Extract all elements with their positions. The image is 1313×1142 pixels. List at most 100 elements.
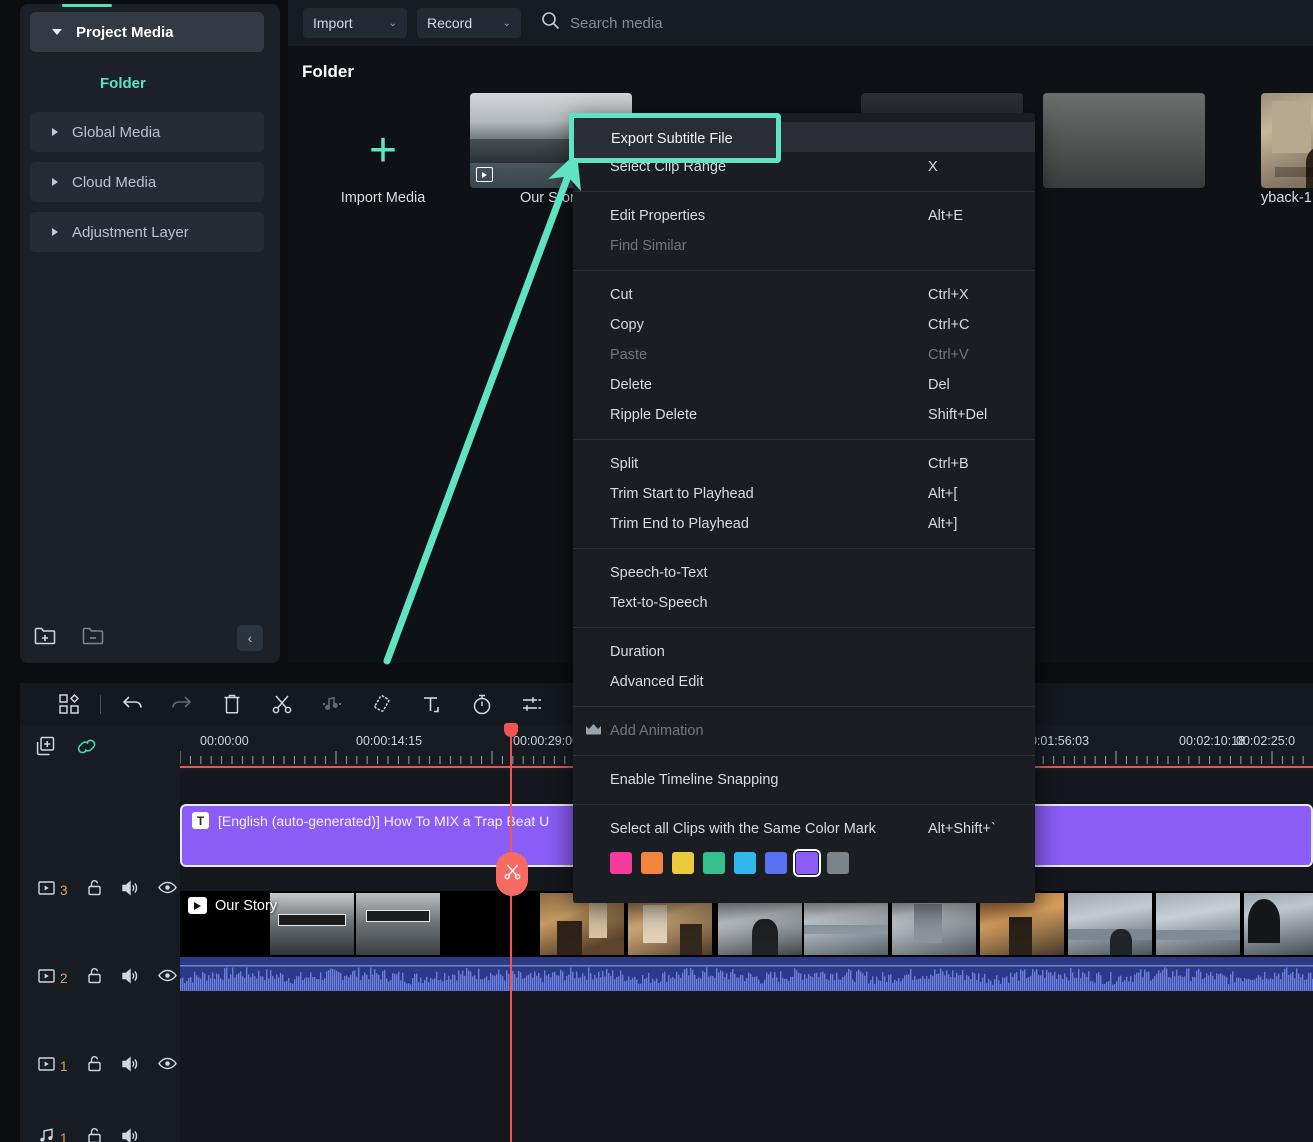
sidebar-item-global-media[interactable]: Global Media (30, 112, 264, 152)
text-badge-icon: T (192, 812, 209, 829)
add-track-icon[interactable] (36, 736, 56, 761)
video-track-icon (38, 1056, 55, 1076)
import-label: Import (313, 15, 353, 31)
record-dropdown[interactable]: Record ⌄ (417, 8, 521, 38)
color-swatch-purple[interactable] (793, 849, 821, 877)
menu-item-enable-timeline-snapping[interactable]: Enable Timeline Snapping (573, 765, 1035, 795)
undo-icon[interactable] (107, 683, 157, 725)
menu-item-duration[interactable]: Duration (573, 637, 1035, 667)
video-track-icon (38, 880, 55, 900)
search-area (541, 11, 870, 35)
menu-item-select-clip-range[interactable]: Select Clip Range X (573, 152, 1035, 182)
link-icon[interactable] (76, 736, 98, 761)
menu-item-shortcut: Alt+[ (928, 486, 958, 502)
split-scissors-icon[interactable] (257, 683, 307, 725)
eye-icon[interactable] (157, 1057, 177, 1075)
redo-icon (157, 683, 207, 725)
import-dropdown[interactable]: Import ⌄ (303, 8, 407, 38)
unlock-icon[interactable] (87, 967, 102, 989)
speed-icon[interactable] (457, 683, 507, 725)
sidebar-item-adjustment-layer[interactable]: Adjustment Layer (30, 212, 264, 252)
chevron-right-icon (52, 128, 58, 136)
color-swatch-orange[interactable] (641, 852, 663, 874)
unlock-icon[interactable] (87, 879, 102, 901)
menu-item-copy[interactable]: Copy Ctrl+C (573, 310, 1035, 340)
menu-separator (573, 755, 1035, 756)
page-title: Folder (302, 62, 354, 81)
menu-item-label: Trim Start to Playhead (610, 486, 754, 502)
menu-item-trim-start-to-playhead[interactable]: Trim Start to Playhead Alt+[ (573, 479, 1035, 509)
grid-icon[interactable] (44, 683, 94, 725)
menu-item-shortcut: Ctrl+X (928, 287, 969, 303)
speaker-icon[interactable] (121, 879, 139, 901)
menu-item-speech-to-text[interactable]: Speech-to-Text (573, 558, 1035, 588)
menu-item-select-all-same-color-mark[interactable]: Select all Clips with the Same Color Mar… (573, 814, 1035, 844)
menu-item-shortcut: X (928, 159, 938, 175)
menu-item-advanced-edit[interactable]: Advanced Edit (573, 667, 1035, 697)
speaker-icon[interactable] (121, 1127, 139, 1142)
menu-item-ripple-delete[interactable]: Ripple Delete Shift+Del (573, 400, 1035, 430)
unlock-icon[interactable] (87, 1055, 102, 1077)
adjust-icon[interactable] (507, 683, 557, 725)
playhead[interactable] (504, 723, 518, 1142)
color-mark-icon[interactable] (357, 683, 407, 725)
speaker-icon[interactable] (121, 1055, 139, 1077)
track-header-video-3: 3 (20, 873, 180, 907)
track-number: 3 (60, 882, 68, 898)
sidebar-item-folder[interactable]: Folder (30, 66, 264, 100)
track-number: 2 (60, 970, 68, 986)
playhead-handle[interactable] (504, 723, 518, 737)
unlock-icon[interactable] (87, 1127, 102, 1142)
video-clip[interactable]: Our Story (180, 891, 1313, 991)
color-swatch-blue[interactable] (765, 852, 787, 874)
playhead-split-button[interactable] (496, 852, 528, 896)
menu-item-shortcut: Alt+] (928, 516, 958, 532)
color-mark-swatches (573, 844, 1035, 886)
sidebar-item-project-media[interactable]: Project Media (30, 12, 264, 52)
menu-item-add-animation: Add Animation (573, 716, 1035, 746)
track-headers: 3 2 1 1 (20, 725, 180, 1142)
video-clip-title: Our Story (188, 897, 277, 914)
menu-item-label: Edit Properties (610, 208, 706, 224)
color-swatch-cyan[interactable] (734, 852, 756, 874)
menu-item-paste: Paste Ctrl+V (573, 340, 1035, 370)
menu-item-text-to-speech[interactable]: Text-to-Speech (573, 588, 1035, 618)
menu-item-trim-end-to-playhead[interactable]: Trim End to Playhead Alt+] (573, 509, 1035, 539)
folder-minus-icon[interactable] (82, 626, 104, 650)
text-icon[interactable] (407, 683, 457, 725)
color-swatch-green[interactable] (703, 852, 725, 874)
menu-item-label: Find Similar (610, 238, 687, 254)
music-icon (38, 1128, 55, 1142)
menu-item-shortcut: Ctrl+B (928, 456, 969, 472)
color-swatch-yellow[interactable] (672, 852, 694, 874)
speaker-icon[interactable] (121, 967, 139, 989)
sidebar-collapse-button[interactable]: ‹ (237, 625, 263, 651)
toolbar-divider (100, 694, 101, 714)
menu-item-split[interactable]: Split Ctrl+B (573, 449, 1035, 479)
media-thumbnail-yback-1[interactable] (1261, 93, 1313, 188)
menu-item-edit-properties[interactable]: Edit Properties Alt+E (573, 201, 1035, 231)
menu-item-delete[interactable]: Delete Del (573, 370, 1035, 400)
import-media-label: Import Media (340, 190, 426, 206)
delete-icon[interactable] (207, 683, 257, 725)
eye-icon[interactable] (157, 969, 177, 987)
play-icon (476, 167, 493, 182)
menu-item-shortcut: Alt+E (928, 208, 964, 224)
clip-context-menu[interactable]: Export Subtitle File Select Clip Range X… (573, 113, 1035, 903)
color-swatch-gray[interactable] (827, 852, 849, 874)
folder-plus-icon[interactable] (34, 626, 56, 650)
color-swatch-pink[interactable] (610, 852, 632, 874)
video-clip-label: Our Story (215, 897, 278, 914)
active-tab-indicator (62, 4, 112, 7)
subtitle-clip-label: [English (auto-generated)] How To MIX a … (218, 812, 550, 829)
sidebar-item-label: Project Media (76, 23, 174, 41)
menu-item-cut[interactable]: Cut Ctrl+X (573, 280, 1035, 310)
chevron-left-icon: ‹ (247, 630, 253, 646)
sidebar-item-cloud-media[interactable]: Cloud Media (30, 162, 264, 202)
audio-detach-icon (307, 683, 357, 725)
media-thumbnail-hidden[interactable] (1043, 93, 1205, 188)
eye-icon[interactable] (157, 881, 177, 899)
menu-item-shortcut: Ctrl+V (928, 347, 969, 363)
search-input[interactable] (570, 14, 870, 32)
video-editor-window: Project Media Folder Global Media Cloud … (0, 0, 1313, 1142)
